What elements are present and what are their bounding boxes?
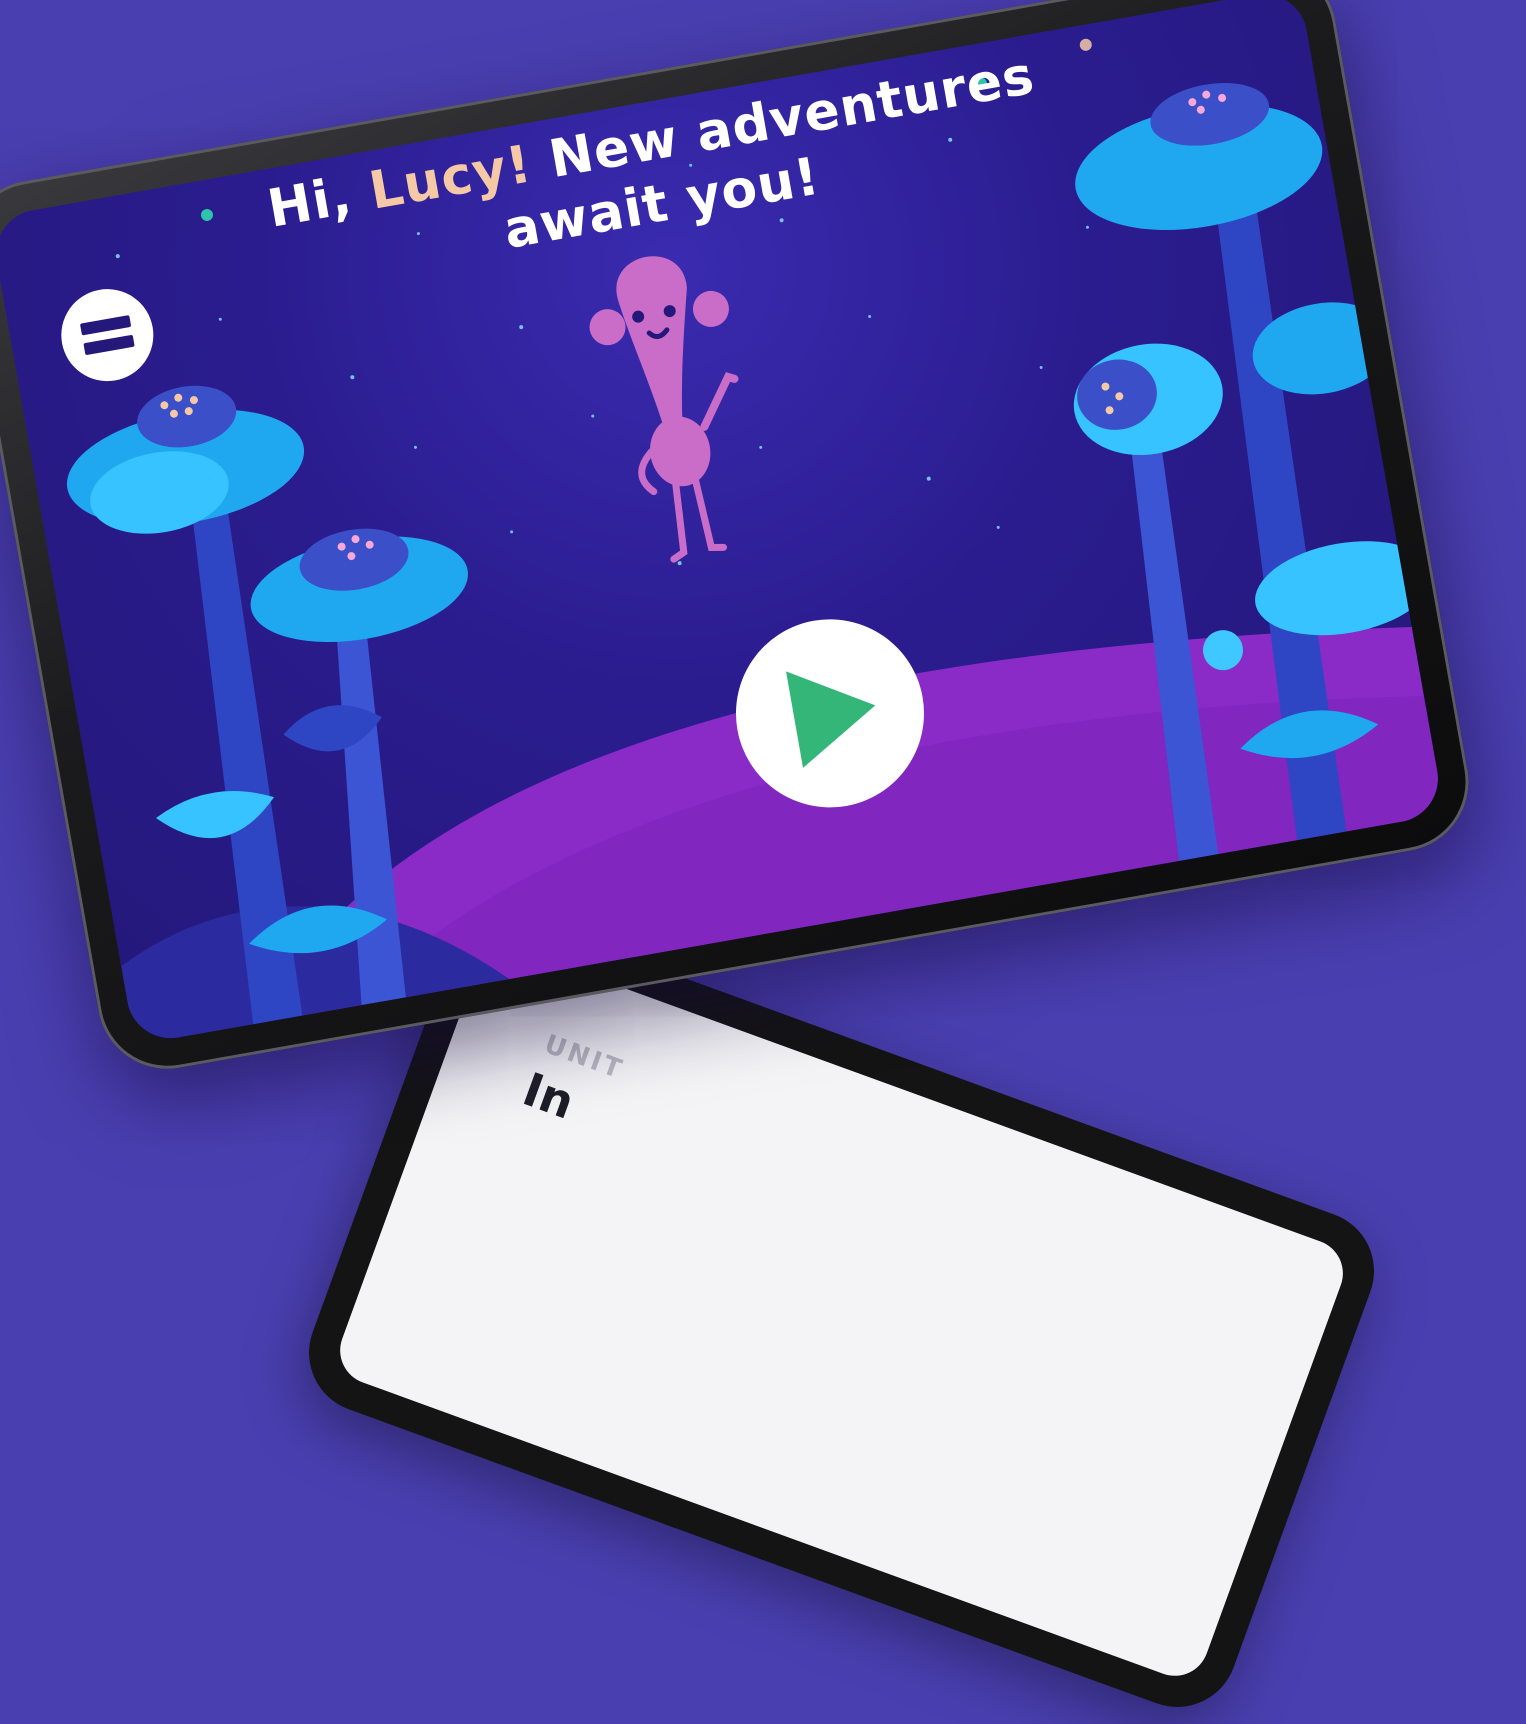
- secondary-tablet: UNIT In: [292, 900, 1391, 1724]
- menu-icon: [79, 315, 135, 356]
- secondary-tablet-screen: UNIT In: [330, 938, 1353, 1686]
- character: [589, 256, 739, 563]
- tablet-device: Hi, Lucy! New adventures await you!: [0, 0, 1480, 1080]
- unit-title: In: [516, 1061, 582, 1130]
- play-icon: [786, 671, 876, 768]
- game-screen: Hi, Lucy! New adventures await you!: [0, 0, 1445, 1046]
